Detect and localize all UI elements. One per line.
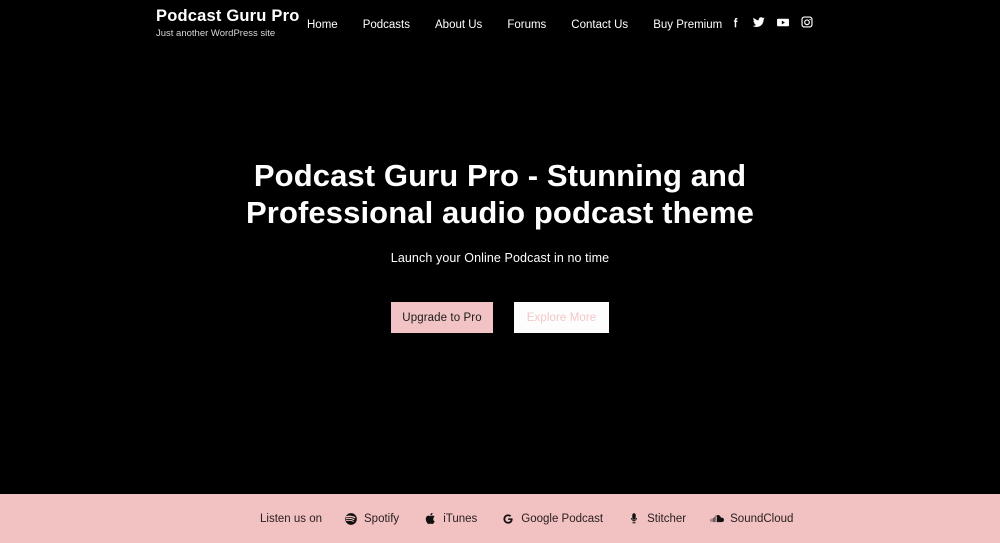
nav-item-forums[interactable]: Forums [507, 19, 546, 31]
listen-label-google-podcast: Google Podcast [521, 512, 604, 525]
nav-item-home[interactable]: Home [307, 19, 338, 31]
listen-label-itunes: iTunes [443, 512, 478, 525]
page-root: Podcast Guru Pro Just another WordPress … [0, 0, 1000, 543]
listen-bar-inner: Listen us on Spotify iTunes Google Podca… [260, 494, 793, 543]
twitter-icon[interactable] [752, 15, 766, 29]
apple-icon [423, 511, 437, 526]
listen-link-itunes[interactable]: iTunes [423, 511, 477, 526]
google-icon [501, 511, 515, 526]
nav-item-about-us[interactable]: About Us [435, 19, 482, 31]
site-title: Podcast Guru Pro [156, 7, 300, 25]
site-header: Podcast Guru Pro Just another WordPress … [0, 0, 1000, 52]
microphone-icon [627, 511, 641, 526]
hero-title: Podcast Guru Pro - Stunning and Professi… [246, 158, 754, 230]
nav-item-buy-premium[interactable]: Buy Premium [653, 19, 722, 31]
upgrade-to-pro-button[interactable]: Upgrade to Pro [391, 302, 493, 333]
nav-item-contact-us[interactable]: Contact Us [571, 19, 628, 31]
listen-link-spotify[interactable]: Spotify [344, 511, 399, 526]
listen-link-stitcher[interactable]: Stitcher [627, 511, 686, 526]
listen-label-stitcher: Stitcher [647, 512, 687, 525]
listen-link-google-podcast[interactable]: Google Podcast [501, 511, 603, 526]
listen-bar-label: Listen us on [260, 512, 323, 525]
spotify-icon [344, 511, 358, 526]
instagram-icon[interactable] [800, 15, 814, 29]
listen-link-soundcloud[interactable]: SoundCloud [710, 511, 793, 526]
hero-subtitle: Launch your Online Podcast in no time [390, 251, 610, 265]
explore-more-button[interactable]: Explore More [514, 302, 609, 333]
facebook-icon[interactable] [728, 15, 742, 29]
soundcloud-icon [710, 511, 725, 526]
listen-label-soundcloud: SoundCloud [730, 512, 794, 525]
listen-bar: Listen us on Spotify iTunes Google Podca… [0, 494, 1000, 543]
social-links [728, 15, 814, 29]
site-tagline: Just another WordPress site [156, 28, 276, 39]
nav-item-podcasts[interactable]: Podcasts [363, 19, 410, 31]
youtube-icon[interactable] [776, 15, 790, 29]
hero-section: Podcast Guru Pro - Stunning and Professi… [0, 52, 1000, 494]
listen-label-spotify: Spotify [364, 512, 400, 525]
primary-navigation: Home Podcasts About Us Forums Contact Us… [307, 19, 722, 31]
site-branding[interactable]: Podcast Guru Pro Just another WordPress … [156, 7, 299, 40]
hero-actions: Upgrade to Pro Explore More [391, 302, 609, 333]
